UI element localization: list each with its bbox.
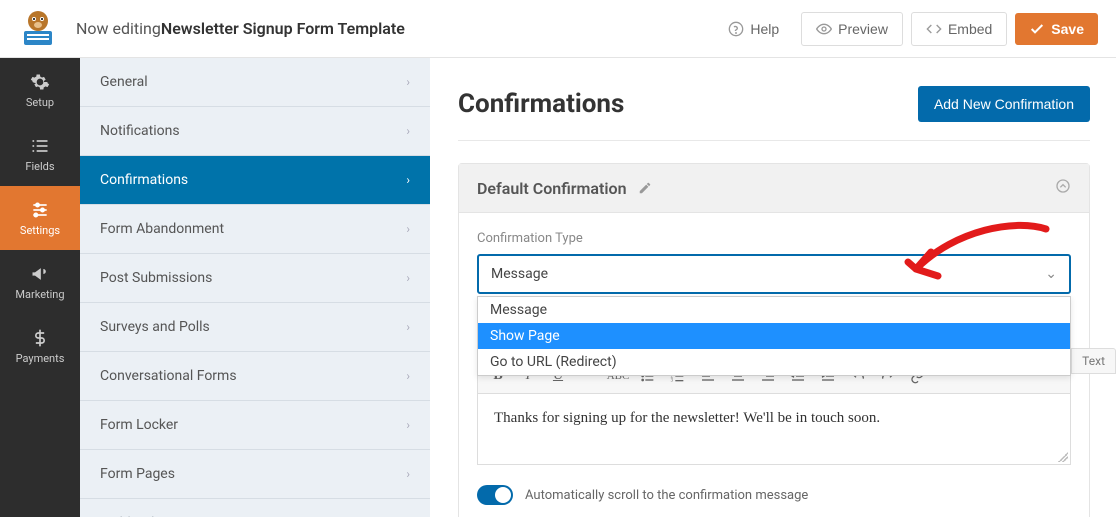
subpanel-form-pages[interactable]: Form Pages ›	[80, 450, 430, 499]
subpanel-form-abandonment[interactable]: Form Abandonment ›	[80, 205, 430, 254]
option-go-to-url[interactable]: Go to URL (Redirect)	[478, 349, 1070, 375]
chevron-right-icon: ›	[406, 467, 410, 481]
option-message[interactable]: Message	[478, 297, 1070, 323]
save-button[interactable]: Save	[1015, 13, 1098, 45]
subpanel-form-locker[interactable]: Form Locker ›	[80, 401, 430, 450]
check-icon	[1029, 21, 1045, 37]
rail-fields-label: Fields	[25, 160, 54, 173]
subpanel-item-label: Conversational Forms	[100, 368, 237, 384]
add-confirmation-button[interactable]: Add New Confirmation	[918, 86, 1090, 122]
embed-button[interactable]: Embed	[911, 12, 1007, 46]
rail-setup[interactable]: Setup	[0, 58, 80, 122]
collapse-icon[interactable]	[1055, 178, 1071, 198]
settings-subpanel[interactable]: General › Notifications › Confirmations › F…	[80, 58, 430, 517]
rail-payments-label: Payments	[16, 352, 65, 365]
help-icon	[728, 21, 744, 37]
dollar-icon	[30, 328, 50, 348]
chevron-right-icon: ›	[406, 320, 410, 334]
bullhorn-icon	[30, 264, 50, 284]
chevron-right-icon: ›	[406, 173, 410, 187]
topbar: Now editing Newsletter Signup Form Templ…	[0, 0, 1116, 58]
chevron-right-icon: ›	[406, 271, 410, 285]
chevron-right-icon: ›	[406, 369, 410, 383]
subpanel-item-label: Notifications	[100, 123, 180, 139]
chevron-right-icon: ›	[406, 75, 410, 89]
auto-scroll-label: Automatically scroll to the confirmation…	[525, 488, 808, 503]
tab-text[interactable]: Text	[1072, 348, 1116, 374]
rail-settings[interactable]: Settings	[0, 186, 80, 250]
subpanel-item-label: Post Submissions	[100, 270, 212, 286]
help-button[interactable]: Help	[714, 13, 793, 45]
subpanel-conversational-forms[interactable]: Conversational Forms ›	[80, 352, 430, 401]
select-dropdown: Message Show Page Go to URL (Redirect)	[477, 296, 1071, 376]
app-logo	[18, 9, 58, 49]
auto-scroll-toggle[interactable]	[477, 485, 513, 505]
rail-settings-label: Settings	[20, 224, 60, 237]
subpanel-item-label: Form Abandonment	[100, 221, 224, 237]
pencil-icon[interactable]	[637, 180, 653, 196]
confirmation-type-label: Confirmation Type	[477, 231, 1071, 246]
chevron-right-icon: ›	[406, 222, 410, 236]
subpanel-item-label: Confirmations	[100, 172, 188, 188]
message-editor[interactable]: Thanks for signing up for the newsletter…	[477, 393, 1071, 465]
chevron-right-icon: ›	[406, 124, 410, 138]
subpanel-general[interactable]: General ›	[80, 58, 430, 107]
preview-button[interactable]: Preview	[801, 12, 903, 46]
select-value: Message	[491, 266, 548, 282]
subpanel-item-label: General	[100, 74, 148, 90]
main-panel: Confirmations Add New Confirmation Defau…	[430, 58, 1116, 517]
embed-label: Embed	[948, 21, 992, 37]
subpanel-confirmations[interactable]: Confirmations ›	[80, 156, 430, 205]
confirmation-type-select[interactable]: Message ⌄	[477, 254, 1071, 294]
list-icon	[30, 136, 50, 156]
rail-setup-label: Setup	[26, 96, 54, 109]
subpanel-surveys-polls[interactable]: Surveys and Polls ›	[80, 303, 430, 352]
rail-marketing[interactable]: Marketing	[0, 250, 80, 314]
card-header: Default Confirmation	[459, 164, 1089, 213]
page-heading: Confirmations	[458, 89, 624, 119]
subpanel-item-label: Form Pages	[100, 466, 175, 482]
svg-text:3: 3	[671, 378, 674, 383]
rail-payments[interactable]: Payments	[0, 314, 80, 378]
save-label: Save	[1051, 21, 1084, 37]
eye-icon	[816, 21, 832, 37]
sliders-icon	[30, 200, 50, 220]
chevron-down-icon: ⌄	[1045, 266, 1057, 282]
card-title: Default Confirmation	[477, 179, 627, 198]
option-show-page[interactable]: Show Page	[478, 323, 1070, 349]
gear-icon	[30, 72, 50, 92]
code-icon	[926, 21, 942, 37]
preview-label: Preview	[838, 21, 888, 37]
rail-fields[interactable]: Fields	[0, 122, 80, 186]
help-label: Help	[750, 21, 779, 37]
subpanel-item-label: Surveys and Polls	[100, 319, 210, 335]
subpanel-post-submissions[interactable]: Post Submissions ›	[80, 254, 430, 303]
title-form-name: Newsletter Signup Form Template	[161, 19, 405, 38]
rail-marketing-label: Marketing	[15, 288, 64, 301]
confirmation-card: Default Confirmation Confirmation Type M…	[458, 163, 1090, 517]
chevron-right-icon: ›	[406, 418, 410, 432]
icon-rail: Setup Fields Settings Marketing Payments	[0, 58, 80, 517]
title-prefix: Now editing	[76, 19, 161, 38]
subpanel-item-label: Form Locker	[100, 417, 178, 433]
subpanel-webhooks[interactable]: Webhooks›	[80, 499, 430, 517]
subpanel-notifications[interactable]: Notifications ›	[80, 107, 430, 156]
